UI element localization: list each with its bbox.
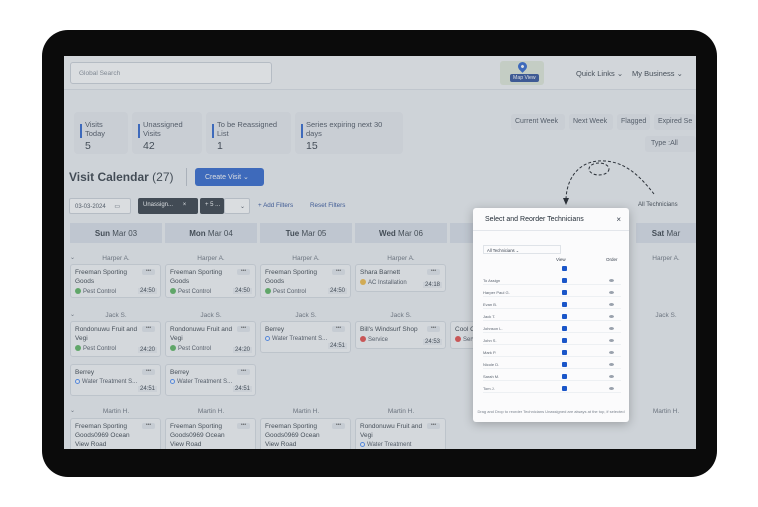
technician-row[interactable]: Tom J. bbox=[483, 384, 621, 393]
drag-handle-icon[interactable] bbox=[609, 387, 614, 390]
column-header-order: Order bbox=[606, 257, 618, 262]
modal-footer-hint: Drag and Drop to reorder Technicians Una… bbox=[477, 409, 625, 414]
drag-handle-icon[interactable] bbox=[609, 339, 614, 342]
technician-row[interactable]: John S. bbox=[483, 336, 621, 345]
view-checkbox[interactable] bbox=[562, 314, 567, 319]
modal-divider bbox=[473, 230, 629, 231]
view-checkbox[interactable] bbox=[562, 386, 567, 391]
drag-handle-icon[interactable] bbox=[609, 291, 614, 294]
technician-row[interactable]: Mark P. bbox=[483, 348, 621, 357]
technician-row[interactable]: Harper Paul G. bbox=[483, 288, 621, 297]
close-icon[interactable]: × bbox=[616, 215, 621, 224]
view-checkbox[interactable] bbox=[562, 338, 567, 343]
drag-handle-icon[interactable] bbox=[609, 327, 614, 330]
drag-handle-icon[interactable] bbox=[609, 315, 614, 318]
app-screen: Global Search Map View Quick Links ⌄ My … bbox=[64, 56, 696, 449]
technician-row[interactable]: Nicole D. bbox=[483, 360, 621, 369]
view-checkbox[interactable] bbox=[562, 362, 567, 367]
view-checkbox[interactable] bbox=[562, 290, 567, 295]
select-technicians-modal: Select and Reorder Technicians × All Tec… bbox=[473, 208, 629, 422]
column-header-view: View bbox=[556, 257, 566, 262]
drag-handle-icon[interactable] bbox=[609, 375, 614, 378]
view-checkbox[interactable] bbox=[562, 278, 567, 283]
chevron-down-icon: ⌄ bbox=[515, 248, 520, 253]
technician-row[interactable]: Evan B. bbox=[483, 300, 621, 309]
view-checkbox[interactable] bbox=[562, 374, 567, 379]
select-all-checkbox[interactable] bbox=[562, 266, 567, 271]
modal-title: Select and Reorder Technicians bbox=[485, 216, 584, 223]
technician-row[interactable]: Sarah M. bbox=[483, 372, 621, 381]
technician-row[interactable]: To Assign bbox=[483, 276, 621, 285]
technician-row[interactable]: Jack T. bbox=[483, 312, 621, 321]
view-checkbox[interactable] bbox=[562, 350, 567, 355]
drag-handle-icon[interactable] bbox=[609, 279, 614, 282]
technician-row[interactable]: Johnson L. bbox=[483, 324, 621, 333]
view-checkbox[interactable] bbox=[562, 326, 567, 331]
drag-handle-icon[interactable] bbox=[609, 351, 614, 354]
view-checkbox[interactable] bbox=[562, 302, 567, 307]
technician-select[interactable]: All Technicians ⌄ bbox=[483, 245, 561, 254]
drag-handle-icon[interactable] bbox=[609, 363, 614, 366]
drag-handle-icon[interactable] bbox=[609, 303, 614, 306]
